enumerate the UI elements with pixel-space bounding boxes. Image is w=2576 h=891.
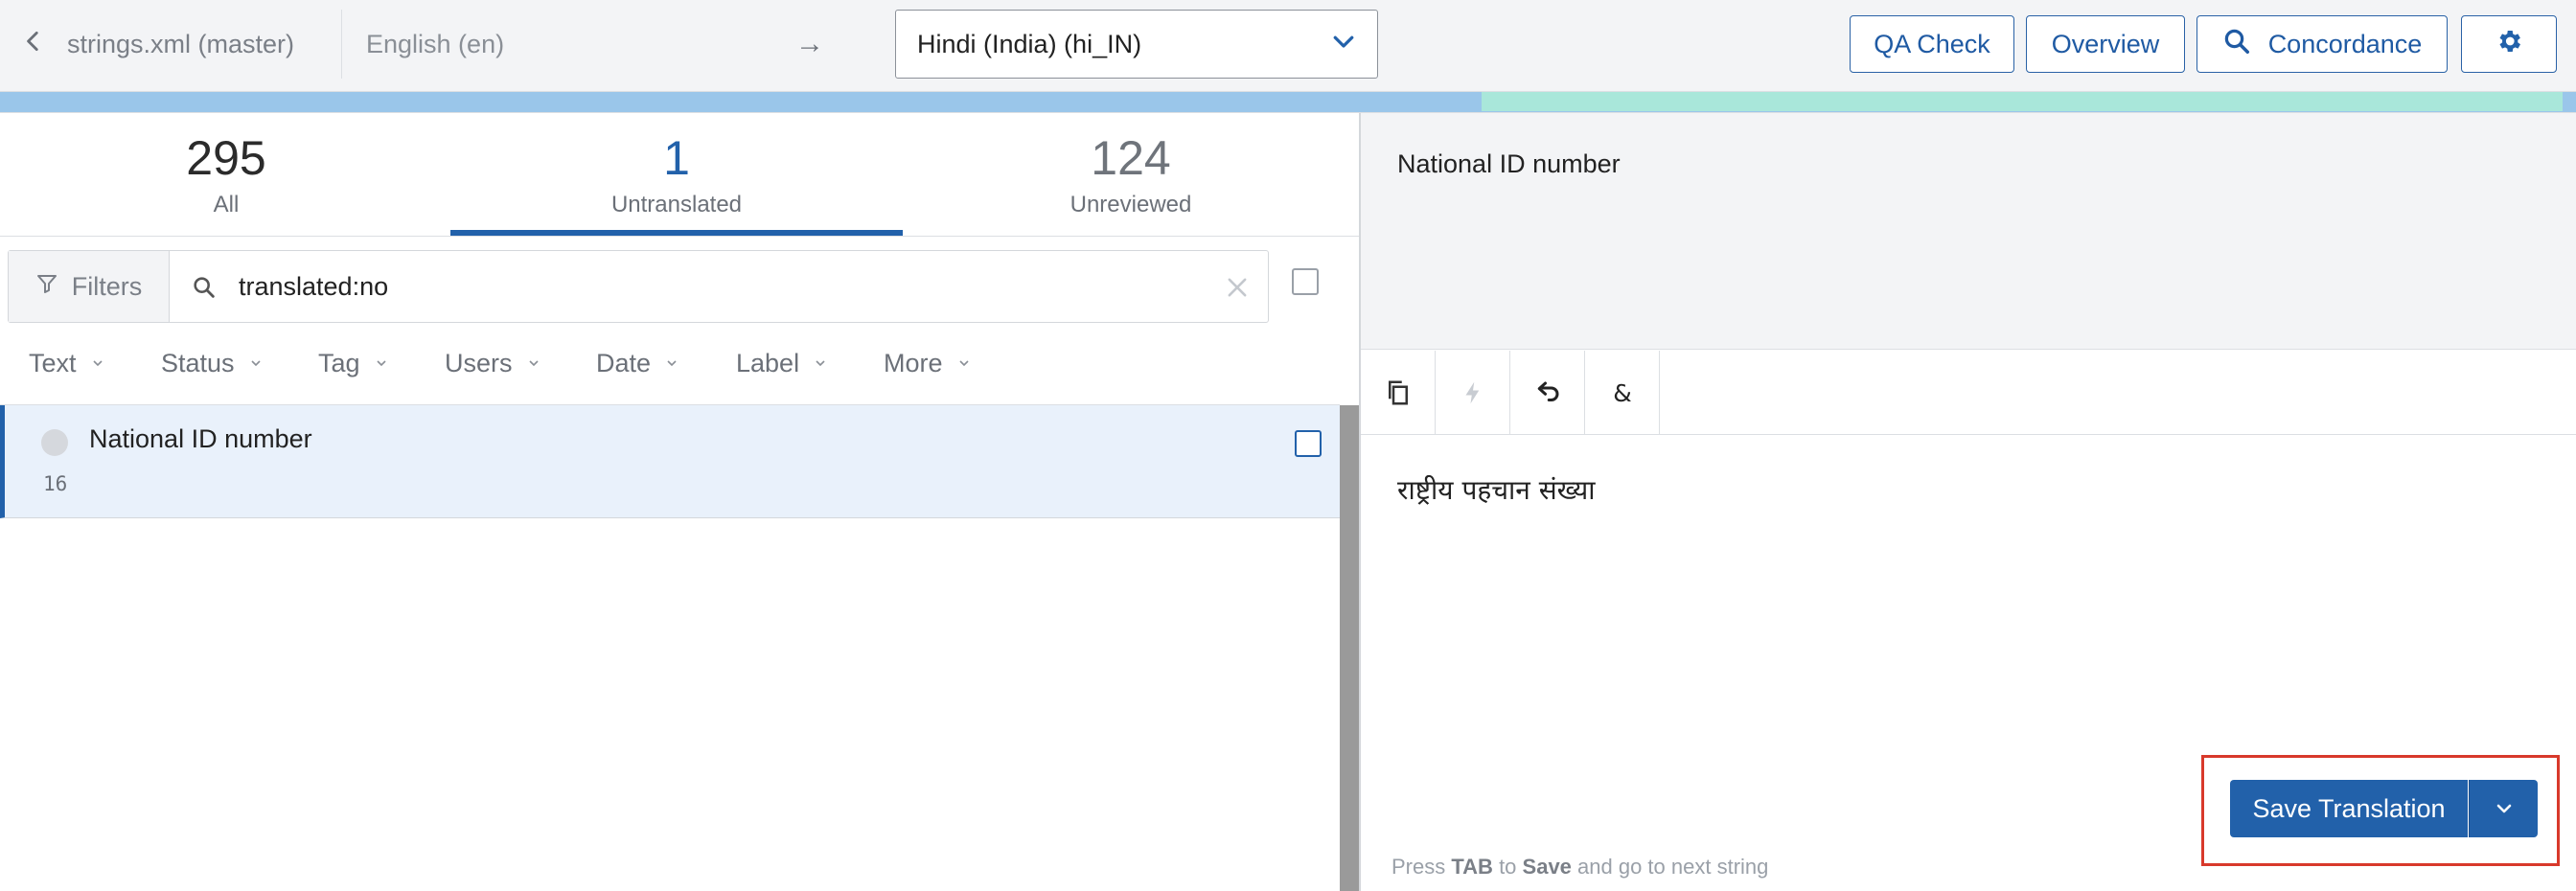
string-id: 16 xyxy=(43,472,68,495)
string-source-text: National ID number xyxy=(89,424,312,453)
tab-unreviewed[interactable]: 124 Unreviewed xyxy=(905,113,1357,236)
concordance-label: Concordance xyxy=(2267,29,2423,58)
facet-date[interactable]: Date xyxy=(596,349,736,378)
chevron-down-icon xyxy=(528,360,539,367)
facet-users[interactable]: Users xyxy=(445,349,596,378)
facet-more[interactable]: More xyxy=(884,349,999,378)
hint-text-1: Press xyxy=(1392,855,1452,879)
hint-text-2: to xyxy=(1492,855,1523,879)
save-options-dropdown[interactable] xyxy=(2469,780,2538,837)
source-string-area: National ID number xyxy=(1361,113,2576,350)
untranslated-label: Untranslated xyxy=(610,192,743,217)
tab-untranslated[interactable]: 1 Untranslated xyxy=(450,113,903,236)
facet-tag[interactable]: Tag xyxy=(318,349,445,378)
all-label: All xyxy=(213,192,240,217)
keyboard-hint: Press TAB to Save and go to next string xyxy=(1392,855,1768,880)
insert-special-character-button[interactable]: & xyxy=(1585,351,1660,435)
unreviewed-label: Unreviewed xyxy=(1070,192,1192,217)
qa-check-label: QA Check xyxy=(1874,29,1990,58)
target-language-select[interactable]: Hindi (India) (hi_IN) xyxy=(895,10,1378,79)
search-icon xyxy=(194,277,215,298)
tab-all[interactable]: 295 All xyxy=(0,113,452,236)
undo-button[interactable] xyxy=(1510,351,1585,435)
facet-status[interactable]: Status xyxy=(161,349,318,378)
overview-label: Overview xyxy=(2051,29,2160,58)
lightning-icon xyxy=(1465,381,1479,404)
save-translation-button[interactable]: Save Translation xyxy=(2230,780,2468,837)
search-input[interactable] xyxy=(239,263,1197,310)
undo-icon xyxy=(1537,381,1558,401)
hint-action: Save xyxy=(1522,855,1572,879)
source-string-text: National ID number xyxy=(1397,149,1621,178)
back-to-file-link[interactable]: strings.xml (master) xyxy=(21,17,294,71)
untranslated-count: 1 xyxy=(663,131,690,185)
chevron-down-icon xyxy=(92,360,103,367)
qa-check-button[interactable]: QA Check xyxy=(1850,15,2014,73)
copy-source-icon xyxy=(1388,380,1408,405)
funnel-icon xyxy=(35,272,58,302)
tabs-divider xyxy=(0,236,1359,237)
machine-translate-button[interactable] xyxy=(1436,351,1510,435)
translation-input[interactable]: राष्ट्रीय पहचान संख्या xyxy=(1397,471,1596,508)
copy-source-button[interactable] xyxy=(1361,351,1436,435)
settings-button[interactable] xyxy=(2461,15,2557,73)
concordance-button[interactable]: Concordance xyxy=(2196,15,2448,73)
string-row[interactable]: National ID number 16 xyxy=(0,405,1340,518)
chevron-down-icon xyxy=(250,360,261,367)
facet-date-label: Date xyxy=(596,348,652,377)
overview-button[interactable]: Overview xyxy=(2026,15,2185,73)
chevron-down-icon xyxy=(376,360,386,367)
translation-progress-bar xyxy=(0,92,2576,113)
source-language: English (en) xyxy=(366,29,505,58)
all-count: 295 xyxy=(186,131,266,185)
chevron-left-icon xyxy=(21,29,46,60)
string-list-panel: 295 All 1 Untranslated 124 Unreviewed Fi… xyxy=(0,113,1359,891)
facet-label-label: Label xyxy=(736,348,800,377)
chevron-down-icon xyxy=(958,360,969,367)
divider xyxy=(341,10,342,79)
select-all-checkbox[interactable] xyxy=(1292,268,1319,295)
chevron-down-icon xyxy=(667,360,677,367)
filters-label: Filters xyxy=(71,271,143,301)
hint-key: TAB xyxy=(1451,855,1493,879)
editor-panel: National ID number & राष्ट्रीय पहचान संख… xyxy=(1359,113,2576,891)
search-icon xyxy=(2222,27,2251,62)
editor-toolbar: & xyxy=(1361,351,2576,435)
svg-text:&: & xyxy=(1613,379,1632,407)
row-checkbox[interactable] xyxy=(1295,430,1322,457)
filter-bar: Filters xyxy=(8,250,1269,323)
language-arrow: → xyxy=(795,28,824,59)
facet-tag-label: Tag xyxy=(318,348,360,377)
facet-text[interactable]: Text xyxy=(29,349,161,378)
file-title: strings.xml (master) xyxy=(67,29,295,58)
target-language-value: Hindi (India) (hi_IN) xyxy=(917,29,1142,58)
top-bar: strings.xml (master) English (en) → Hind… xyxy=(0,0,2576,92)
chevron-down-icon xyxy=(2496,804,2511,813)
gear-icon xyxy=(2495,27,2523,62)
chevron-down-icon xyxy=(1329,27,1358,62)
facet-users-label: Users xyxy=(445,348,513,377)
facet-filters: Text Status Tag Users Date Label More xyxy=(29,339,999,387)
facet-text-label: Text xyxy=(29,348,77,377)
progress-reviewed-segment xyxy=(1482,92,2563,111)
facet-label[interactable]: Label xyxy=(736,349,884,378)
clear-search-icon[interactable] xyxy=(1224,274,1251,301)
facet-status-label: Status xyxy=(161,348,235,377)
filters-button[interactable]: Filters xyxy=(9,251,170,322)
chevron-down-icon xyxy=(816,360,825,367)
ampersand-icon: & xyxy=(1613,379,1632,407)
save-translation-label: Save Translation xyxy=(2252,793,2446,823)
list-scrollbar[interactable] xyxy=(1340,405,1359,891)
status-dot-icon xyxy=(41,429,68,456)
unreviewed-count: 124 xyxy=(1091,131,1171,185)
facet-more-label: More xyxy=(884,348,943,377)
hint-text-3: and go to next string xyxy=(1571,855,1769,879)
